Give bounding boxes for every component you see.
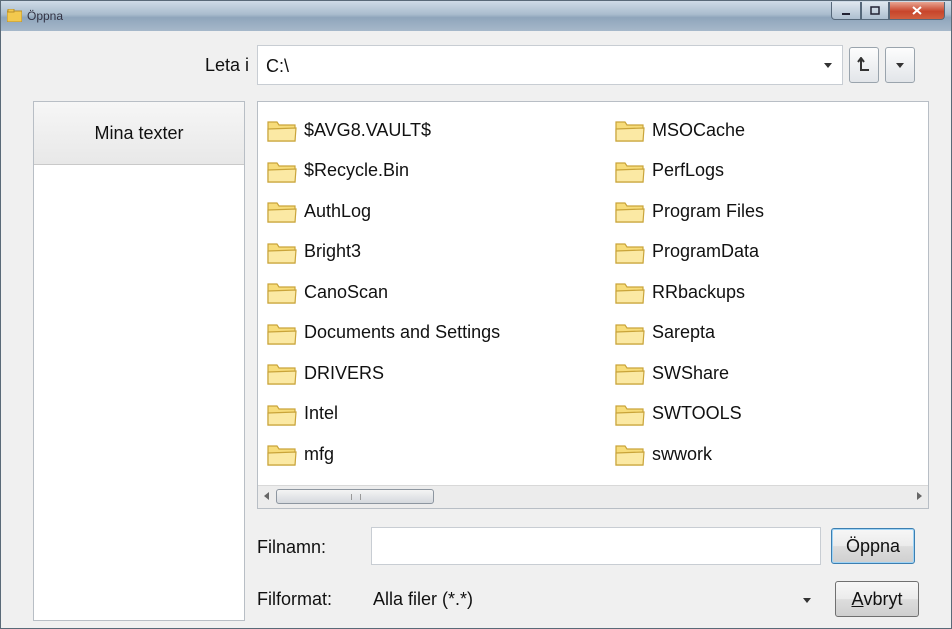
filename-input[interactable] bbox=[371, 527, 821, 565]
folder-name: $AVG8.VAULT$ bbox=[304, 119, 432, 140]
folder-item[interactable]: PerfLogs bbox=[614, 151, 764, 192]
folder-name: Program Files bbox=[652, 200, 765, 221]
chevron-down-icon[interactable] bbox=[803, 598, 811, 603]
filename-label: Filnamn: bbox=[257, 537, 327, 557]
folder-item[interactable]: Documents and Settings bbox=[266, 313, 500, 354]
filetype-label: Filformat: bbox=[257, 589, 333, 609]
folder-name: MSOCache bbox=[652, 119, 746, 140]
place-my-documents[interactable]: Mina texter bbox=[34, 102, 244, 165]
folder-icon bbox=[267, 405, 297, 426]
folder-icon bbox=[267, 445, 297, 466]
folder-name: swwork bbox=[652, 443, 713, 464]
horizontal-scrollbar[interactable] bbox=[258, 485, 928, 508]
up-one-level-button[interactable] bbox=[849, 47, 879, 83]
look-in-label: Leta i bbox=[204, 55, 249, 75]
folder-name: PerfLogs bbox=[652, 160, 725, 181]
folder-item[interactable]: CanoScan bbox=[266, 272, 500, 313]
folder-icon bbox=[615, 202, 645, 223]
folder-item[interactable]: Program Files bbox=[614, 191, 764, 232]
folder-icon bbox=[267, 364, 297, 385]
folder-item[interactable]: ProgramData bbox=[614, 232, 764, 273]
folder-icon bbox=[267, 202, 297, 223]
folder-name: RRbackups bbox=[652, 281, 746, 302]
folder-item[interactable]: SWTOOLS bbox=[614, 394, 764, 435]
maximize-button[interactable] bbox=[861, 2, 889, 20]
folder-item[interactable]: Bright3 bbox=[266, 232, 500, 273]
open-button[interactable]: Öppna bbox=[831, 528, 915, 564]
folder-name: Bright3 bbox=[304, 241, 362, 262]
folder-icon bbox=[267, 121, 297, 142]
look-in-value: C:\ bbox=[266, 56, 290, 76]
folder-name: AuthLog bbox=[304, 200, 372, 221]
dialog-body: Leta i C:\ Mina texter $AVG8.VAULT$ $Recy… bbox=[9, 31, 943, 621]
folder-icon bbox=[267, 243, 297, 264]
folder-icon bbox=[615, 283, 645, 304]
chevron-down-icon bbox=[896, 63, 904, 68]
cancel-button[interactable]: Avbryt bbox=[835, 581, 919, 617]
up-folder-icon bbox=[857, 57, 869, 71]
folder-item[interactable]: RRbackups bbox=[614, 272, 764, 313]
window-title: Öppna bbox=[27, 9, 64, 23]
folder-name: SWShare bbox=[652, 362, 730, 383]
folder-icon bbox=[615, 324, 645, 345]
view-menu-button[interactable] bbox=[885, 47, 915, 83]
cancel-mnemonic: A bbox=[851, 588, 864, 609]
folder-item[interactable]: swwork bbox=[614, 434, 764, 475]
chevron-down-icon[interactable] bbox=[824, 63, 832, 68]
look-in-combo[interactable]: C:\ bbox=[257, 45, 843, 85]
cancel-label-rest: vbryt bbox=[863, 588, 903, 609]
folder-icon bbox=[615, 243, 645, 264]
folder-icon bbox=[615, 121, 645, 142]
filetype-combo[interactable]: Alla filer (*.*) bbox=[371, 579, 821, 619]
minimize-icon bbox=[842, 12, 850, 15]
folder-name: Intel bbox=[304, 403, 339, 424]
folder-item[interactable]: mfg bbox=[266, 434, 500, 475]
title-bar[interactable]: Öppna bbox=[1, 1, 951, 31]
folder-name: ProgramData bbox=[652, 241, 760, 262]
folder-item[interactable]: Sarepta bbox=[614, 313, 764, 354]
folder-name: mfg bbox=[304, 443, 335, 464]
folder-icon bbox=[267, 283, 297, 304]
folder-name: Sarepta bbox=[652, 322, 716, 343]
minimize-button[interactable] bbox=[831, 2, 861, 20]
folder-name: Documents and Settings bbox=[304, 322, 501, 343]
folder-item[interactable]: DRIVERS bbox=[266, 353, 500, 394]
folder-item[interactable]: SWShare bbox=[614, 353, 764, 394]
file-list-column-1: $AVG8.VAULT$ $Recycle.Bin AuthLog Bright3 Ca… bbox=[266, 110, 500, 475]
folder-icon bbox=[615, 405, 645, 426]
folder-icon bbox=[615, 445, 645, 466]
folder-icon bbox=[267, 324, 297, 345]
folder-icon bbox=[615, 162, 645, 183]
folder-item[interactable]: $AVG8.VAULT$ bbox=[266, 110, 500, 151]
places-bar: Mina texter bbox=[33, 101, 245, 621]
file-list-column-2: MSOCache PerfLogs Program Files ProgramData… bbox=[614, 110, 764, 475]
file-list[interactable]: $AVG8.VAULT$ $Recycle.Bin AuthLog Bright3 Ca… bbox=[257, 101, 929, 509]
open-dialog-window: Öppna Leta i C:\ Mina texter $AVG8.VAULT… bbox=[0, 0, 952, 629]
close-button[interactable] bbox=[889, 2, 945, 20]
folder-icon bbox=[267, 162, 297, 183]
folder-icon bbox=[615, 364, 645, 385]
scroll-left-icon[interactable] bbox=[264, 492, 269, 500]
scrollbar-thumb[interactable] bbox=[276, 489, 434, 504]
folder-name: SWTOOLS bbox=[652, 403, 742, 424]
close-icon bbox=[912, 6, 922, 15]
grip-icon bbox=[351, 494, 361, 500]
scroll-right-icon[interactable] bbox=[917, 492, 922, 500]
app-icon bbox=[7, 9, 22, 22]
folder-item[interactable]: $Recycle.Bin bbox=[266, 151, 500, 192]
folder-item[interactable]: MSOCache bbox=[614, 110, 764, 151]
folder-item[interactable]: Intel bbox=[266, 394, 500, 435]
folder-name: $Recycle.Bin bbox=[304, 160, 410, 181]
folder-name: DRIVERS bbox=[304, 362, 385, 383]
folder-item[interactable]: AuthLog bbox=[266, 191, 500, 232]
caption-buttons bbox=[831, 2, 945, 22]
filetype-value: Alla filer (*.*) bbox=[373, 589, 474, 609]
maximize-icon bbox=[870, 6, 880, 15]
folder-name: CanoScan bbox=[304, 281, 389, 302]
